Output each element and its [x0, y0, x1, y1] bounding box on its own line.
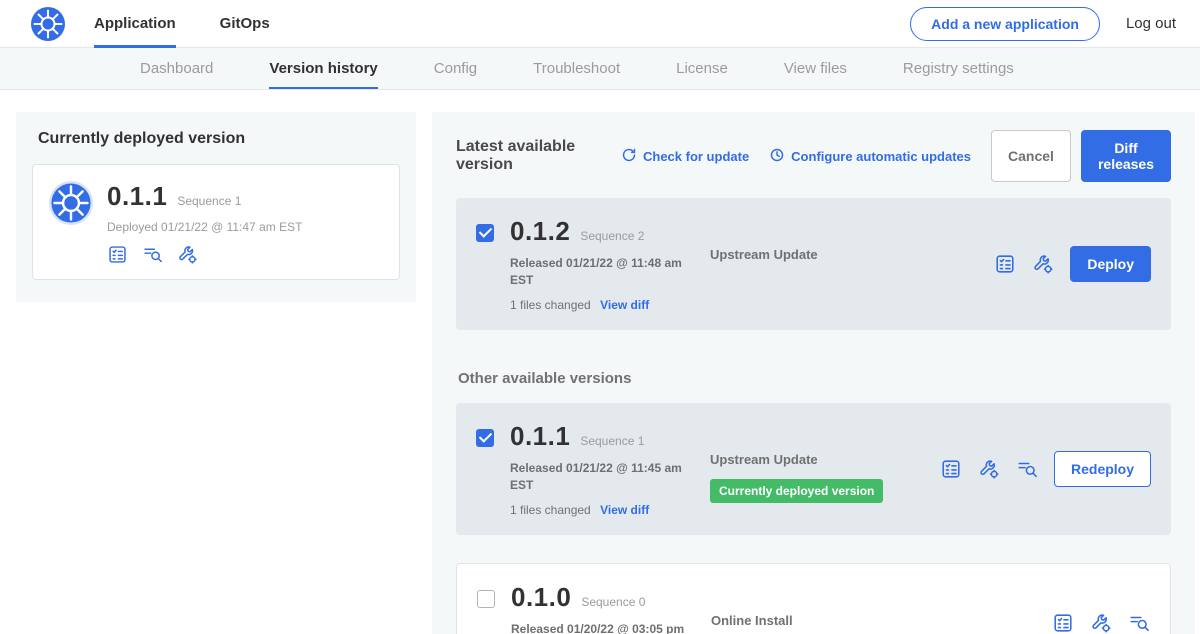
subnav-version-history[interactable]: Version history	[269, 48, 377, 89]
check-for-update-link[interactable]: Check for update	[621, 147, 749, 166]
refresh-icon	[621, 147, 637, 166]
currently-deployed-badge: Currently deployed version	[710, 479, 883, 503]
version-released: Released 01/20/22 @ 03:05 pm EST	[511, 621, 691, 634]
row-actions: Redeploy	[940, 451, 1151, 487]
edit-config-icon[interactable]	[1090, 612, 1112, 634]
edit-config-icon[interactable]	[978, 458, 1000, 480]
diff-releases-button[interactable]: Diff releases	[1081, 130, 1171, 182]
app-sub-nav: Dashboard Version history Config Trouble…	[0, 48, 1200, 90]
view-diff-link[interactable]: View diff	[600, 503, 649, 517]
cancel-button[interactable]: Cancel	[991, 130, 1071, 182]
version-released: Released 01/21/22 @ 11:45 am EST	[510, 460, 690, 495]
tab-gitops[interactable]: GitOps	[220, 0, 270, 48]
deployed-icon-row	[107, 244, 302, 265]
version-source: Upstream Update Currently deployed versi…	[710, 421, 940, 503]
deployed-version-card: 0.1.1 Sequence 1 Deployed 01/21/22 @ 11:…	[32, 164, 400, 280]
version-source: Upstream Update	[710, 216, 940, 264]
redeploy-button[interactable]: Redeploy	[1054, 451, 1151, 487]
configure-automatic-updates-label: Configure automatic updates	[791, 149, 971, 164]
version-number: 0.1.1	[510, 421, 570, 452]
currently-deployed-title: Currently deployed version	[38, 130, 400, 148]
version-number: 0.1.0	[511, 582, 571, 613]
files-changed-line: 1 files changed View diff	[510, 503, 710, 517]
release-notes-icon[interactable]	[107, 244, 128, 265]
version-number: 0.1.2	[510, 216, 570, 247]
subnav-dashboard[interactable]: Dashboard	[140, 48, 213, 89]
top-nav: Application GitOps	[94, 0, 314, 48]
edit-config-icon[interactable]	[1032, 253, 1054, 275]
edit-config-icon[interactable]	[177, 244, 198, 265]
latest-available-title: Latest available version	[456, 138, 605, 174]
source-label: Upstream Update	[710, 247, 818, 262]
top-bar: Application GitOps Add a new application…	[0, 0, 1200, 48]
version-row-0-1-2: 0.1.2 Sequence 2 Released 01/21/22 @ 11:…	[456, 198, 1171, 330]
release-notes-icon[interactable]	[1052, 612, 1074, 634]
deployed-version-info: 0.1.1 Sequence 1 Deployed 01/21/22 @ 11:…	[107, 181, 302, 265]
deploy-logs-icon[interactable]	[142, 244, 163, 265]
version-checkbox[interactable]	[476, 224, 494, 242]
subnav-config[interactable]: Config	[434, 48, 477, 89]
version-sequence: Sequence 2	[580, 229, 644, 243]
version-sequence: Sequence 1	[580, 434, 644, 448]
version-info: 0.1.0 Sequence 0 Released 01/20/22 @ 03:…	[511, 582, 711, 634]
subnav-view-files[interactable]: View files	[784, 48, 847, 89]
main-content: Currently deployed version 0.1.1 Sequenc…	[0, 90, 1200, 634]
row-actions	[1052, 612, 1150, 634]
version-info: 0.1.2 Sequence 2 Released 01/21/22 @ 11:…	[510, 216, 710, 312]
deployed-version-number: 0.1.1	[107, 181, 167, 212]
files-changed-line: 1 files changed View diff	[510, 298, 710, 312]
deploy-logs-icon[interactable]	[1128, 612, 1150, 634]
subnav-troubleshoot[interactable]: Troubleshoot	[533, 48, 620, 89]
release-notes-icon[interactable]	[994, 253, 1016, 275]
logout-link[interactable]: Log out	[1126, 15, 1176, 32]
tab-application[interactable]: Application	[94, 0, 176, 48]
files-changed: 1 files changed	[510, 503, 591, 517]
version-row-0-1-0: 0.1.0 Sequence 0 Released 01/20/22 @ 03:…	[456, 563, 1171, 634]
deployed-timestamp: Deployed 01/21/22 @ 11:47 am EST	[107, 220, 302, 234]
latest-available-header: Latest available version Check for updat…	[456, 130, 1171, 182]
files-changed: 1 files changed	[510, 298, 591, 312]
version-info: 0.1.1 Sequence 1 Released 01/21/22 @ 11:…	[510, 421, 710, 517]
topbar-right: Add a new application Log out	[910, 7, 1176, 41]
kubernetes-logo-icon	[30, 6, 66, 42]
source-label: Online Install	[711, 613, 793, 628]
app-kubernetes-icon	[49, 181, 93, 225]
configure-automatic-updates-link[interactable]: Configure automatic updates	[769, 147, 971, 166]
deploy-logs-icon[interactable]	[1016, 458, 1038, 480]
subnav-registry-settings[interactable]: Registry settings	[903, 48, 1014, 89]
version-history-panel: Latest available version Check for updat…	[432, 112, 1195, 634]
deployed-sequence: Sequence 1	[177, 194, 241, 208]
version-sequence: Sequence 0	[581, 595, 645, 609]
schedule-clock-icon	[769, 147, 785, 166]
version-released: Released 01/21/22 @ 11:48 am EST	[510, 255, 690, 290]
view-diff-link[interactable]: View diff	[600, 298, 649, 312]
add-application-button[interactable]: Add a new application	[910, 7, 1100, 41]
row-actions: Deploy	[994, 246, 1151, 282]
deploy-button[interactable]: Deploy	[1070, 246, 1151, 282]
check-for-update-label: Check for update	[643, 149, 749, 164]
version-source: Online Install Previously deployed	[711, 582, 941, 634]
version-row-0-1-1: 0.1.1 Sequence 1 Released 01/21/22 @ 11:…	[456, 403, 1171, 535]
subnav-license[interactable]: License	[676, 48, 728, 89]
header-buttons: Cancel Diff releases	[991, 130, 1171, 182]
source-label: Upstream Update	[710, 452, 818, 467]
version-checkbox[interactable]	[476, 429, 494, 447]
version-checkbox[interactable]	[477, 590, 495, 608]
release-notes-icon[interactable]	[940, 458, 962, 480]
currently-deployed-card: Currently deployed version 0.1.1 Sequenc…	[16, 112, 416, 302]
other-versions-title: Other available versions	[458, 370, 1171, 387]
